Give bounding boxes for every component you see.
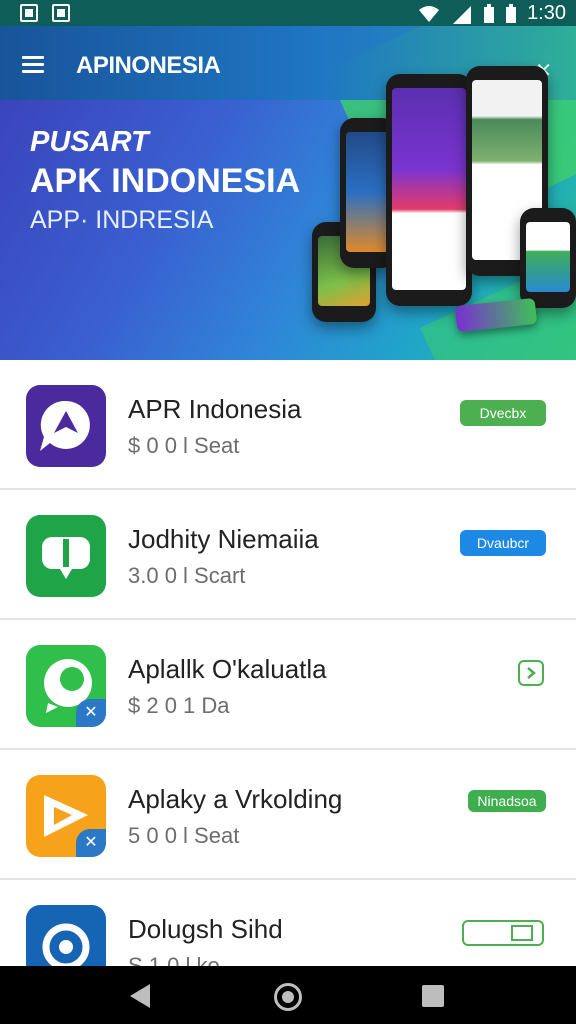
status-bar: 1:30 [0,0,576,26]
signal-icon [453,5,472,24]
app-name: Dolugsh Sihd [128,914,283,944]
app-subtitle: 3.0 0 l Scart [128,563,246,588]
battery-saver-icon [506,3,517,23]
download-button[interactable]: Ninadsoa [468,790,546,812]
download-button[interactable]: Dvecbx [460,400,546,426]
battery-icon [484,3,495,23]
clock: 1:30 [527,2,566,24]
list-item[interactable]: Jodhity Niemaiia 3.0 0 l Scart Dvaubcr [0,490,576,620]
download-button[interactable] [462,920,544,946]
brand-logo: APINONESIA [76,52,221,79]
hero-title-line1: PUSART [30,126,149,158]
phone-illustration [386,74,472,306]
app-icon [26,385,106,467]
wifi-icon [419,5,440,22]
download-icon [511,925,533,941]
app-icon [26,515,106,597]
hero-title-line3: APP· INDRESIA [30,206,214,234]
list-item[interactable]: APR Indonesia $ 0 0 l Seat Dvecbx [0,360,576,490]
badge-icon: ✕ [76,829,106,857]
notification-icons [20,4,70,22]
app-name: Jodhity Niemaiia [128,524,319,554]
phone-illustration [520,208,576,308]
app-name: Aplaky a Vrkolding [128,784,343,814]
app-subtitle: $ 0 0 l Seat [128,433,240,458]
list-item[interactable]: ✕ Aplaky a Vrkolding 5 0 0 l Seat Ninads… [0,750,576,880]
badge-icon: ✕ [76,699,106,727]
app-name: APR Indonesia [128,394,302,424]
app-subtitle: 5 0 0 l Seat [128,823,240,848]
navigation-bar [0,966,576,1024]
image-notification-icon [52,4,70,22]
chat-box-icon [42,537,90,579]
list-item[interactable]: ✕ Aplallk O'kaluatla $ 2 0 1 Da [0,620,576,750]
download-button[interactable]: Dvaubcr [460,530,546,556]
hero-title-line2: APK INDONESIA [30,162,301,200]
chat-arrow-icon [40,400,90,451]
app-name: Aplallk O'kaluatla [128,654,327,684]
recents-icon[interactable] [422,985,444,1007]
status-indicators: 1:30 [417,2,566,25]
open-icon [527,667,536,679]
home-icon[interactable] [274,983,302,1011]
app-subtitle: $ 2 0 1 Da [128,693,230,718]
menu-icon[interactable] [22,56,44,74]
hero-banner: APINONESIA ✕ PUSART APK INDONESIA APP· I… [0,26,576,360]
app-icon: ✕ [26,775,106,857]
notification-icon [20,4,38,22]
open-button[interactable] [518,660,544,686]
app-icon: ✕ [26,645,106,727]
back-icon[interactable] [130,984,150,1008]
